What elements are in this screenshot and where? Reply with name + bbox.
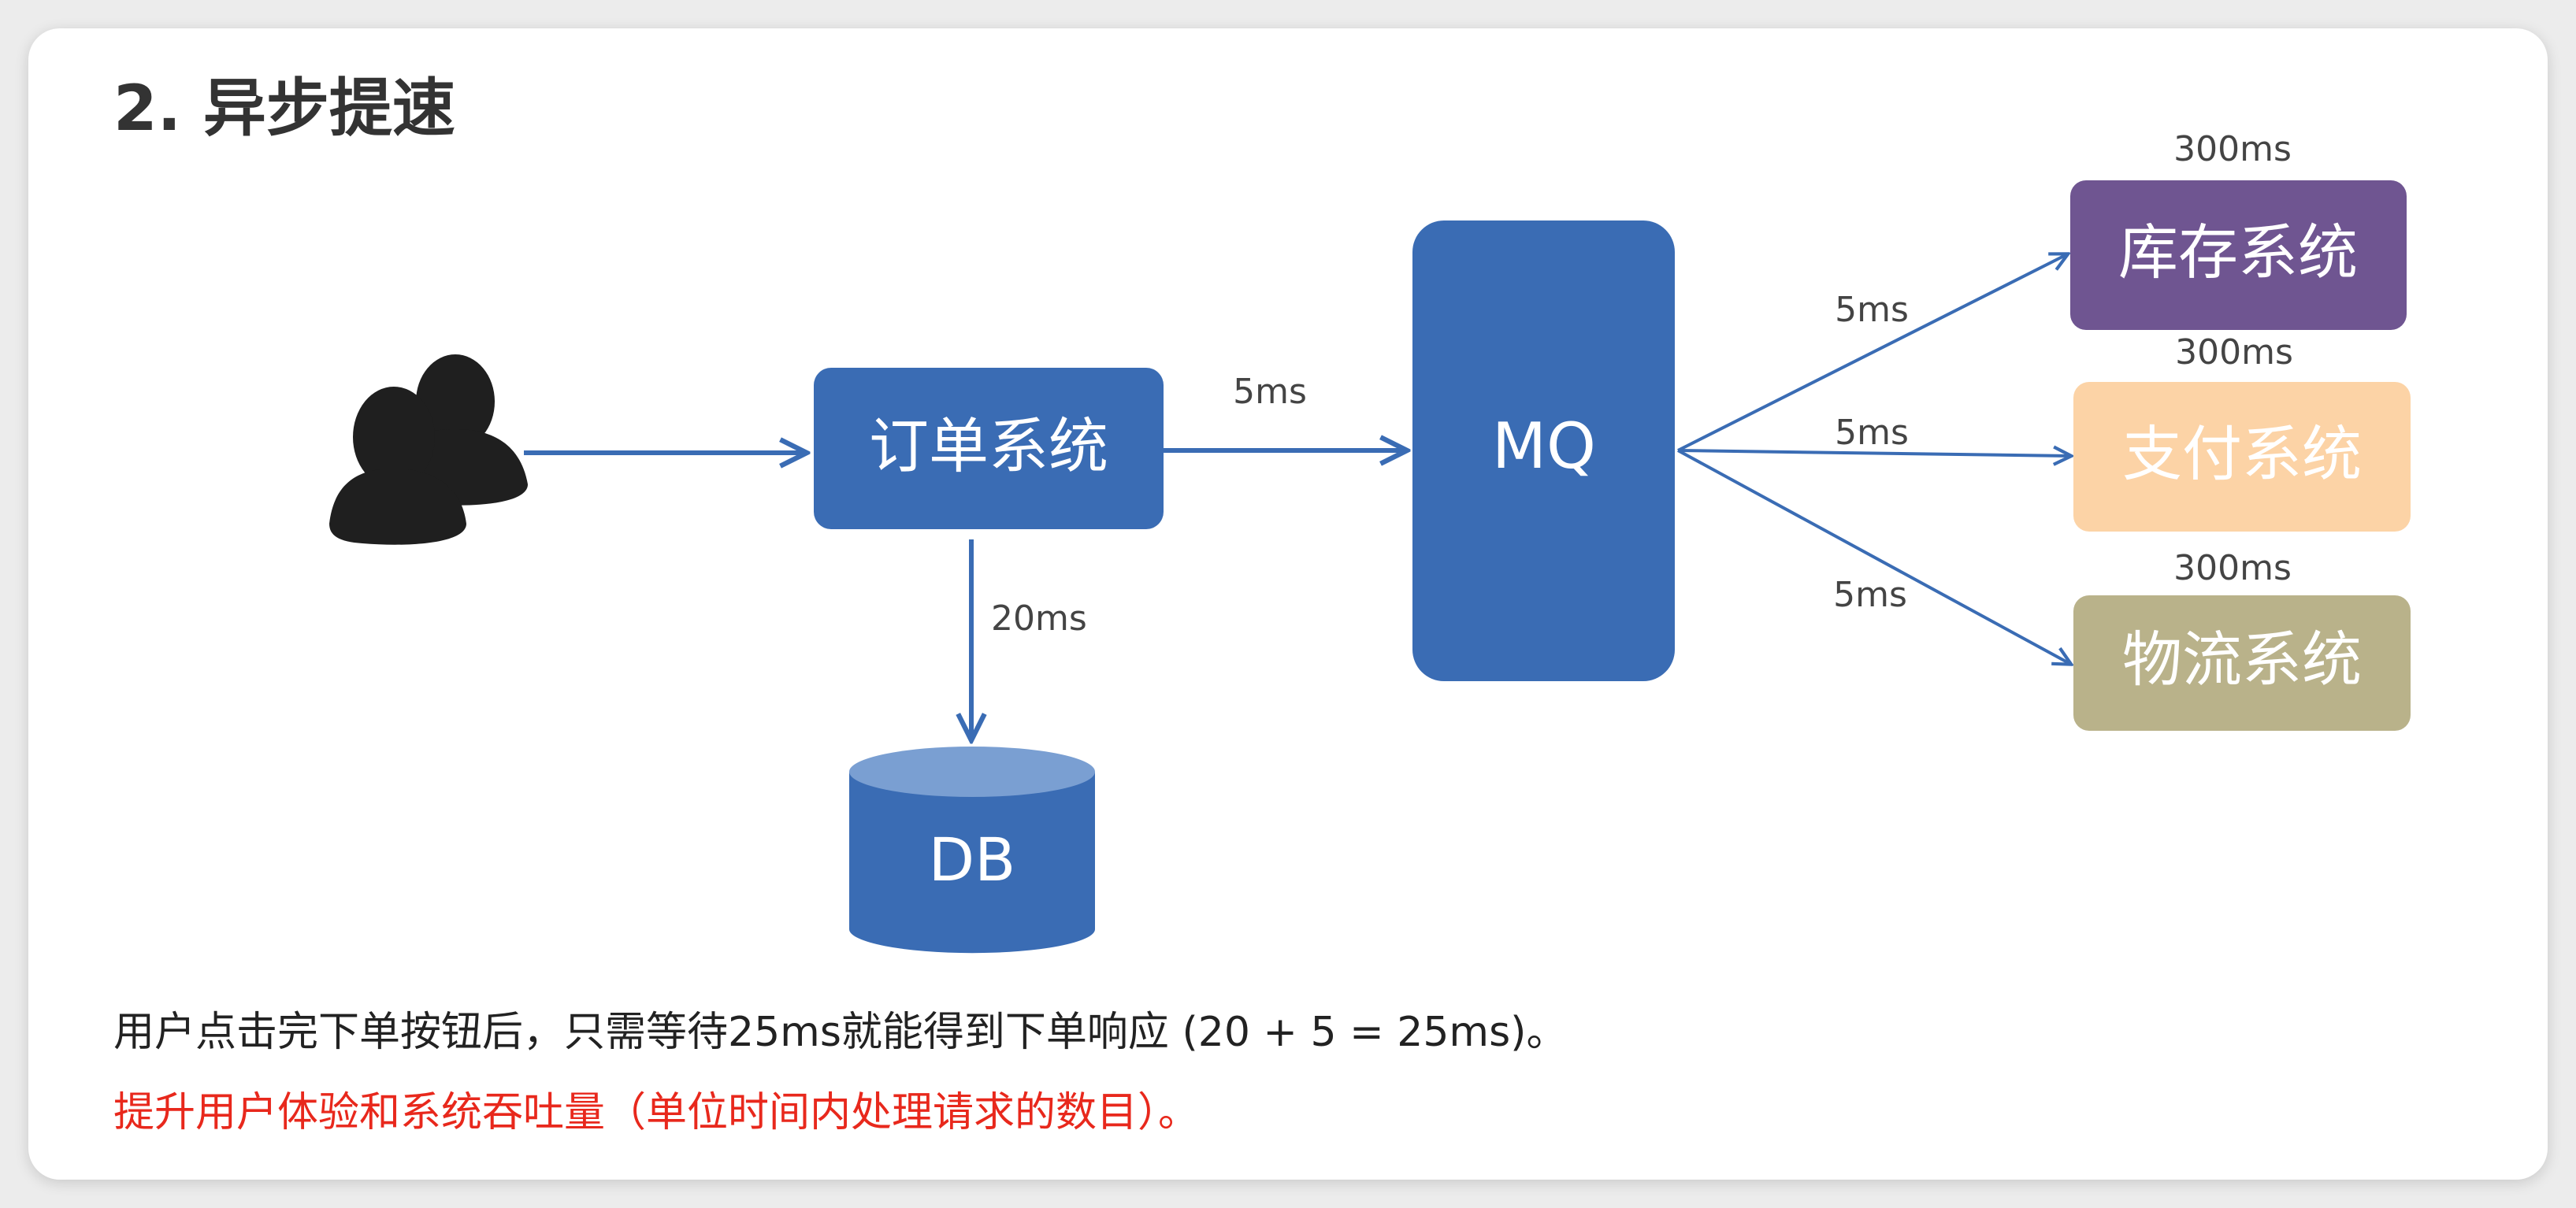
description-text: 用户点击完下单按钮后，只需等待25ms就能得到下单响应 (20 + 5 = 25… bbox=[113, 1009, 1568, 1056]
highlight-text: 提升用户体验和系统吞吐量（单位时间内处理请求的数目）。 bbox=[113, 1089, 1200, 1136]
arrow-mq-to-logistics bbox=[1677, 449, 2070, 664]
payment-time: 300ms bbox=[2175, 332, 2293, 372]
inventory-time: 300ms bbox=[2173, 129, 2292, 169]
db-node: DB bbox=[849, 747, 1095, 954]
latency-order-to-db: 20ms bbox=[991, 598, 1087, 639]
mq-label: MQ bbox=[1492, 409, 1596, 483]
users-icon bbox=[329, 354, 528, 545]
latency-order-to-mq: 5ms bbox=[1233, 372, 1307, 412]
logistics-time: 300ms bbox=[2173, 548, 2292, 588]
mq-node: MQ bbox=[1412, 220, 1675, 681]
logistics-system-node: 物流系统 bbox=[2073, 595, 2411, 731]
latency-mq-to-payment: 5ms bbox=[1835, 413, 1909, 453]
order-system-label: 订单系统 bbox=[869, 411, 1108, 481]
logistics-system-label: 物流系统 bbox=[2122, 624, 2362, 695]
inventory-system-node: 库存系统 bbox=[2070, 180, 2407, 330]
latency-mq-to-logistics: 5ms bbox=[1833, 575, 1907, 615]
inventory-system-label: 库存系统 bbox=[2118, 217, 2358, 287]
order-system-node: 订单系统 bbox=[814, 368, 1164, 529]
payment-system-node: 支付系统 bbox=[2073, 382, 2411, 532]
db-label: DB bbox=[929, 824, 1016, 895]
latency-mq-to-inventory: 5ms bbox=[1835, 290, 1909, 330]
payment-system-label: 支付系统 bbox=[2122, 419, 2362, 489]
